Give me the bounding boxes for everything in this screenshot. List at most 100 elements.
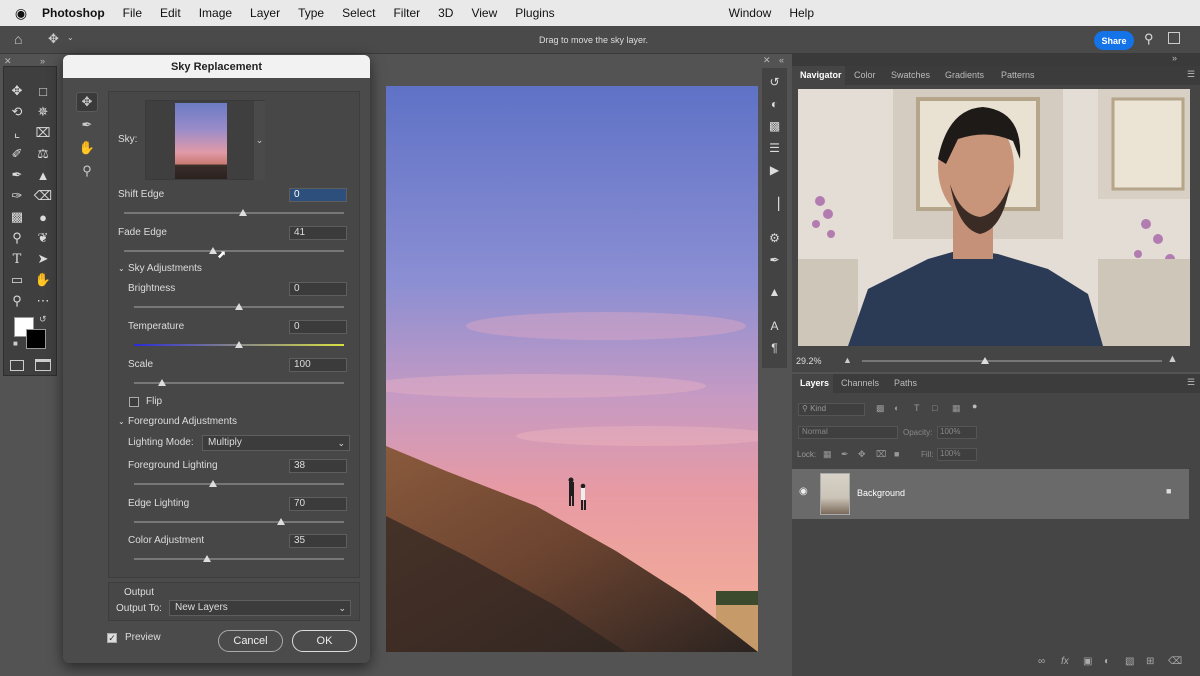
search-icon[interactable]: ⚲ [1144, 31, 1154, 47]
zoom-tool-icon[interactable]: ⚲ [76, 161, 98, 181]
menu-help[interactable]: Help [780, 6, 823, 20]
healing-brush-icon[interactable]: ⚖ [32, 144, 54, 164]
output-to-select[interactable]: New Layers ⌄ [169, 600, 351, 616]
histogram-icon[interactable]: ▕ [762, 194, 787, 214]
tab-navigator[interactable]: Navigator [800, 70, 842, 80]
history-brush-icon[interactable]: ✑ [6, 186, 28, 206]
edge-lighting-input[interactable]: 70 [289, 497, 347, 511]
menu-file[interactable]: File [114, 6, 151, 20]
rectangle-tool-icon[interactable]: ▭ [6, 270, 28, 290]
actions-play-icon[interactable]: ▶ [762, 160, 787, 180]
shift-edge-slider[interactable] [124, 212, 344, 214]
history-icon[interactable]: ↺ [762, 72, 787, 92]
scale-input[interactable]: 100 [289, 358, 347, 372]
layer-name[interactable]: Background [857, 488, 905, 498]
screen-mode-icon[interactable] [35, 359, 51, 371]
opacity-input[interactable]: 100% [937, 426, 977, 439]
filter-toggle-icon[interactable]: ● [972, 401, 977, 411]
menu-type[interactable]: Type [289, 6, 333, 20]
menu-image[interactable]: Image [190, 6, 241, 20]
lock-transparent-icon[interactable]: ▦ [823, 449, 832, 460]
path-select-icon[interactable]: ➤ [32, 249, 54, 269]
quick-select-icon[interactable]: ✵ [32, 102, 54, 122]
tab-paths[interactable]: Paths [894, 378, 917, 388]
chevron-down-icon[interactable]: ⌄ [67, 33, 74, 42]
workspace-icon[interactable] [1168, 32, 1180, 44]
zoom-out-icon[interactable]: ▲ [843, 355, 852, 365]
more-tools-icon[interactable]: ⋯ [32, 291, 54, 311]
color-adjustment-slider[interactable] [134, 558, 344, 560]
chevron-down-icon[interactable]: ⌄ [118, 264, 125, 273]
hand-tool-icon[interactable]: ✋ [32, 270, 54, 290]
apple-icon[interactable]: ◉ [0, 5, 42, 22]
brush-tool-icon[interactable]: ✒ [6, 165, 28, 185]
menu-window[interactable]: Window [720, 6, 781, 20]
fx-icon[interactable]: fx [1061, 656, 1069, 667]
menu-filter[interactable]: Filter [384, 6, 429, 20]
blend-mode-select[interactable]: Normal [798, 426, 898, 439]
chevron-down-icon[interactable]: ⌄ [118, 417, 125, 426]
lock-pixels-icon[interactable]: ✒ [841, 449, 849, 460]
foreground-adjustments-heading[interactable]: Foreground Adjustments [128, 416, 237, 427]
sky-preset-picker[interactable]: ⌄ [145, 100, 265, 180]
default-colors-icon[interactable]: ■ [13, 339, 18, 348]
move-tool-icon[interactable]: ✥ [6, 81, 28, 101]
brightness-input[interactable]: 0 [289, 282, 347, 296]
new-group-icon[interactable]: ▧ [1125, 656, 1134, 667]
fade-edge-input[interactable]: 41 [289, 226, 347, 240]
ok-button[interactable]: OK [292, 630, 357, 652]
home-icon[interactable]: ⌂ [14, 31, 22, 47]
collapse-icon[interactable]: » [40, 56, 45, 66]
shift-edge-input[interactable]: 0 [289, 188, 347, 202]
temperature-input[interactable]: 0 [289, 320, 347, 334]
swap-colors-icon[interactable]: ↺ [39, 314, 47, 325]
document-canvas[interactable] [386, 86, 758, 652]
new-layer-icon[interactable]: ⊞ [1146, 656, 1154, 667]
temperature-thumb[interactable] [235, 341, 243, 348]
menu-select[interactable]: Select [333, 6, 384, 20]
clone-source-icon[interactable]: ▲ [762, 282, 787, 302]
shift-edge-thumb[interactable] [239, 209, 247, 216]
adjustments-icon[interactable]: ☰ [762, 138, 787, 158]
marquee-tool-icon[interactable]: □ [32, 81, 54, 101]
tab-patterns[interactable]: Patterns [1001, 70, 1035, 80]
crop-tool-icon[interactable]: ⌞ [6, 123, 28, 143]
gradient-tool-icon[interactable]: ▩ [6, 207, 28, 227]
tab-channels[interactable]: Channels [841, 378, 879, 388]
eraser-icon[interactable]: ⌫ [32, 186, 54, 206]
type-tool-icon[interactable]: T [6, 249, 28, 269]
zoom-slider[interactable] [862, 360, 1162, 362]
fade-edge-thumb[interactable] [209, 247, 217, 254]
zoom-level[interactable]: 29.2% [796, 356, 822, 366]
blur-tool-icon[interactable]: ● [32, 207, 54, 227]
layer-thumbnail[interactable] [820, 473, 850, 515]
pen-tool-icon[interactable]: ❦ [32, 228, 54, 248]
menu-edit[interactable]: Edit [151, 6, 190, 20]
eyedropper-icon[interactable]: ✐ [6, 144, 28, 164]
menu-3d[interactable]: 3D [429, 6, 462, 20]
tab-color[interactable]: Color [854, 70, 876, 80]
lock-all-icon[interactable]: ■ [894, 449, 899, 459]
tab-swatches[interactable]: Swatches [891, 70, 930, 80]
sky-thumbnail[interactable] [175, 103, 227, 179]
menu-plugins[interactable]: Plugins [506, 6, 563, 20]
filter-adjustment-icon[interactable]: ◐ [894, 403, 899, 413]
background-color-swatch[interactable] [26, 329, 46, 349]
brightness-thumb[interactable] [235, 303, 243, 310]
color-adjustment-thumb[interactable] [203, 555, 211, 562]
stamp-tool-icon[interactable]: ▲ [32, 165, 54, 185]
link-layers-icon[interactable]: ∞ [1038, 656, 1045, 667]
cancel-button[interactable]: Cancel [218, 630, 283, 652]
panel-menu-icon[interactable]: ☰ [1187, 377, 1195, 388]
frame-tool-icon[interactable]: ⌧ [32, 123, 54, 143]
move-tool-icon[interactable]: ✥ [48, 31, 59, 47]
tab-gradients[interactable]: Gradients [945, 70, 984, 80]
visibility-eye-icon[interactable]: ◉ [799, 486, 808, 497]
layer-lock-icon[interactable]: ■ [1166, 486, 1171, 496]
foreground-lighting-input[interactable]: 38 [289, 459, 347, 473]
layer-filter-kind[interactable]: ⚲ Kind [798, 403, 865, 416]
dodge-tool-icon[interactable]: ⚲ [6, 228, 28, 248]
flip-checkbox[interactable] [129, 397, 139, 407]
fill-input[interactable]: 100% [937, 448, 977, 461]
fade-edge-slider[interactable] [124, 250, 344, 252]
